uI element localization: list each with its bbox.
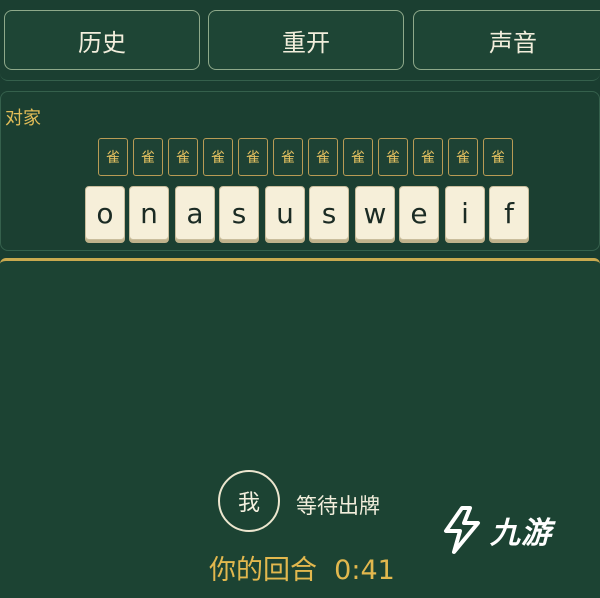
player-avatar: 我 (218, 470, 280, 532)
opponent-hidden-tile: 雀 (343, 138, 373, 176)
letter-tile[interactable]: w (355, 186, 395, 240)
opponent-hidden-tile: 雀 (203, 138, 233, 176)
letter-tile[interactable]: o (85, 186, 125, 240)
opponent-hidden-tile: 雀 (98, 138, 128, 176)
turn-timer: 0:41 (334, 555, 395, 586)
opponent-hidden-tile: 雀 (413, 138, 443, 176)
history-button[interactable]: 历史 (4, 10, 200, 70)
letter-tile[interactable]: u (265, 186, 305, 240)
watermark-text: 九游 (490, 516, 552, 551)
letter-tile[interactable]: e (399, 186, 439, 240)
opponent-hidden-tile: 雀 (238, 138, 268, 176)
turn-label: 你的回合 (209, 555, 317, 586)
letter-tile[interactable]: s (219, 186, 259, 240)
top-toolbar: 历史 重开 声音 (0, 0, 600, 81)
letter-tile[interactable]: i (445, 186, 485, 240)
opponent-hidden-tile: 雀 (308, 138, 338, 176)
letter-tile[interactable]: s (309, 186, 349, 240)
opponent-hidden-tile: 雀 (273, 138, 303, 176)
opponent-hidden-tile: 雀 (483, 138, 513, 176)
letter-tile[interactable]: a (175, 186, 215, 240)
opponent-label: 对家 (5, 108, 41, 129)
sound-button[interactable]: 声音 (413, 10, 600, 70)
opponent-panel: 对家 雀 雀 雀 雀 雀 雀 雀 雀 雀 雀 雀 雀 o n a s u s w… (0, 91, 600, 251)
letter-tile[interactable]: f (489, 186, 529, 240)
letter-tile[interactable]: n (129, 186, 169, 240)
opponent-hidden-tile: 雀 (133, 138, 163, 176)
opponent-hidden-tile: 雀 (168, 138, 198, 176)
restart-button[interactable]: 重开 (208, 10, 404, 70)
opponent-hidden-tile: 雀 (378, 138, 408, 176)
turn-indicator: 你的回合 0:41 (209, 548, 395, 587)
opponent-hidden-tile: 雀 (448, 138, 478, 176)
jiuyou-logo-icon (444, 506, 480, 554)
jiuyou-watermark: 九游 (440, 502, 590, 558)
player-status: 等待出牌 (296, 494, 380, 518)
